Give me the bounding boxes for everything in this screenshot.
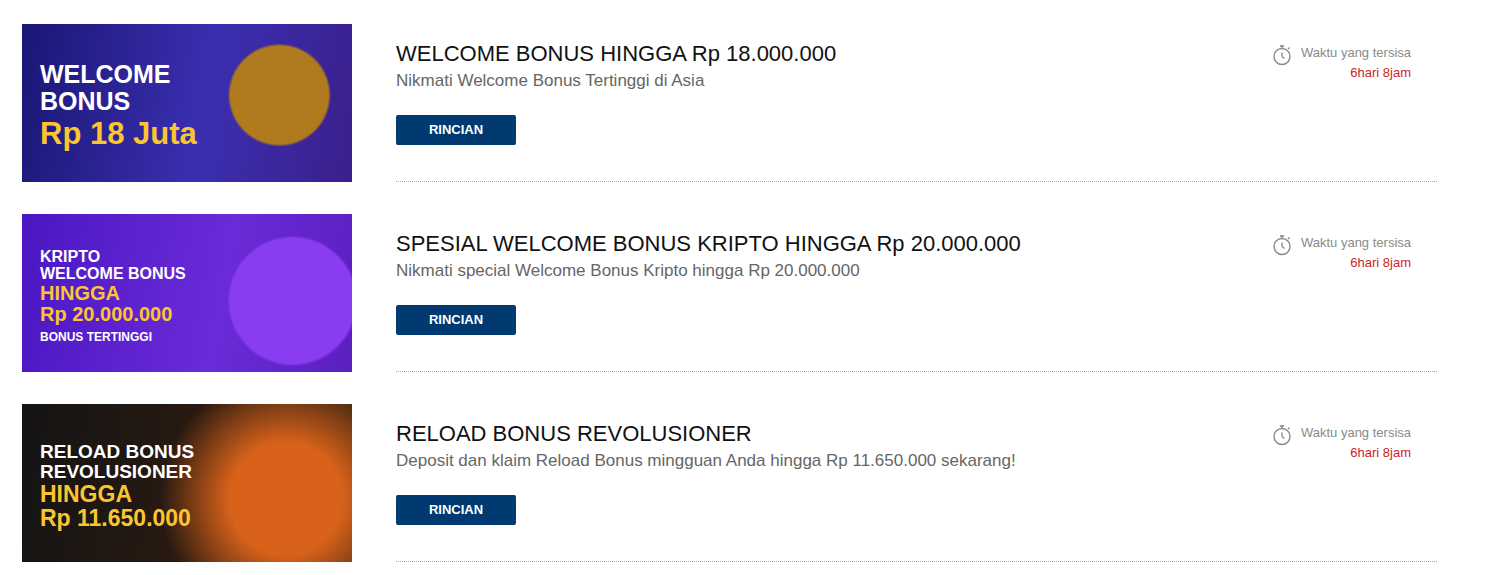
promotion-subtitle: Nikmati special Welcome Bonus Kripto hin… <box>396 260 1272 282</box>
promotion-list: WELCOMEBONUS Rp 18 Juta WELCOME BONUS HING… <box>0 0 1508 562</box>
banner-text: BONUS <box>40 88 340 114</box>
promotion-text: WELCOME BONUS HINGGA Rp 18.000.000Nikmat… <box>396 40 1272 181</box>
promotion-banner[interactable]: KRIPTOWELCOME BONUSHINGGARp 20.000.000 BO… <box>22 214 352 372</box>
promotion-details: WELCOME BONUS HINGGA Rp 18.000.000Nikmat… <box>396 24 1437 182</box>
banner-text: Rp 18 Juta <box>40 118 340 151</box>
timer-label: Waktu yang tersisa <box>1301 233 1411 253</box>
promotion-details: RELOAD BONUS REVOLUSIONERDeposit dan kla… <box>396 404 1437 562</box>
banner-text: Rp 20.000.000 <box>40 304 340 325</box>
time-remaining: Waktu yang tersisa6hari 8jam <box>1272 230 1411 371</box>
timer-value: 6hari 8jam <box>1301 63 1411 83</box>
time-remaining: Waktu yang tersisa6hari 8jam <box>1272 420 1411 561</box>
promotion-text: RELOAD BONUS REVOLUSIONERDeposit dan kla… <box>396 420 1272 561</box>
timer-text: Waktu yang tersisa6hari 8jam <box>1301 43 1411 83</box>
promotion-title: RELOAD BONUS REVOLUSIONER <box>396 420 1272 448</box>
promotion-details: SPESIAL WELCOME BONUS KRIPTO HINGGA Rp 2… <box>396 214 1437 372</box>
timer-value: 6hari 8jam <box>1301 443 1411 463</box>
banner-text: HINGGA <box>40 283 340 304</box>
promotion-banner[interactable]: WELCOMEBONUS Rp 18 Juta <box>22 24 352 182</box>
stopwatch-icon <box>1272 424 1292 446</box>
timer-text: Waktu yang tersisa6hari 8jam <box>1301 233 1411 273</box>
details-button[interactable]: RINCIAN <box>396 495 516 525</box>
stopwatch-icon <box>1272 234 1292 256</box>
banner-text: WELCOME BONUS <box>40 266 340 283</box>
details-button[interactable]: RINCIAN <box>396 305 516 335</box>
timer-label: Waktu yang tersisa <box>1301 423 1411 443</box>
time-remaining: Waktu yang tersisa6hari 8jam <box>1272 40 1411 181</box>
details-button[interactable]: RINCIAN <box>396 115 516 145</box>
banner-text: BONUS TERTINGGI <box>40 331 340 344</box>
stopwatch-icon <box>1272 44 1292 66</box>
banner-text: HINGGA <box>40 482 340 506</box>
promotion-banner[interactable]: RELOAD BONUSREVOLUSIONERHINGGARp 11.650.… <box>22 404 352 562</box>
timer-label: Waktu yang tersisa <box>1301 43 1411 63</box>
promotion-item: WELCOMEBONUS Rp 18 Juta WELCOME BONUS HING… <box>22 24 1508 182</box>
banner-text: REVOLUSIONER <box>40 462 340 482</box>
promotion-item: KRIPTOWELCOME BONUSHINGGARp 20.000.000 BO… <box>22 214 1508 372</box>
timer-value: 6hari 8jam <box>1301 253 1411 273</box>
banner-text: RELOAD BONUS <box>40 442 340 462</box>
timer-text: Waktu yang tersisa6hari 8jam <box>1301 423 1411 463</box>
banner-text: KRIPTO <box>40 249 340 266</box>
promotion-title: SPESIAL WELCOME BONUS KRIPTO HINGGA Rp 2… <box>396 230 1272 258</box>
banner-text: Rp 11.650.000 <box>40 506 340 530</box>
promotion-subtitle: Nikmati Welcome Bonus Tertinggi di Asia <box>396 70 1272 92</box>
promotion-text: SPESIAL WELCOME BONUS KRIPTO HINGGA Rp 2… <box>396 230 1272 371</box>
promotion-subtitle: Deposit dan klaim Reload Bonus mingguan … <box>396 450 1272 472</box>
banner-text: WELCOME <box>40 61 340 87</box>
promotion-title: WELCOME BONUS HINGGA Rp 18.000.000 <box>396 40 1272 68</box>
promotion-item: RELOAD BONUSREVOLUSIONERHINGGARp 11.650.… <box>22 404 1508 562</box>
